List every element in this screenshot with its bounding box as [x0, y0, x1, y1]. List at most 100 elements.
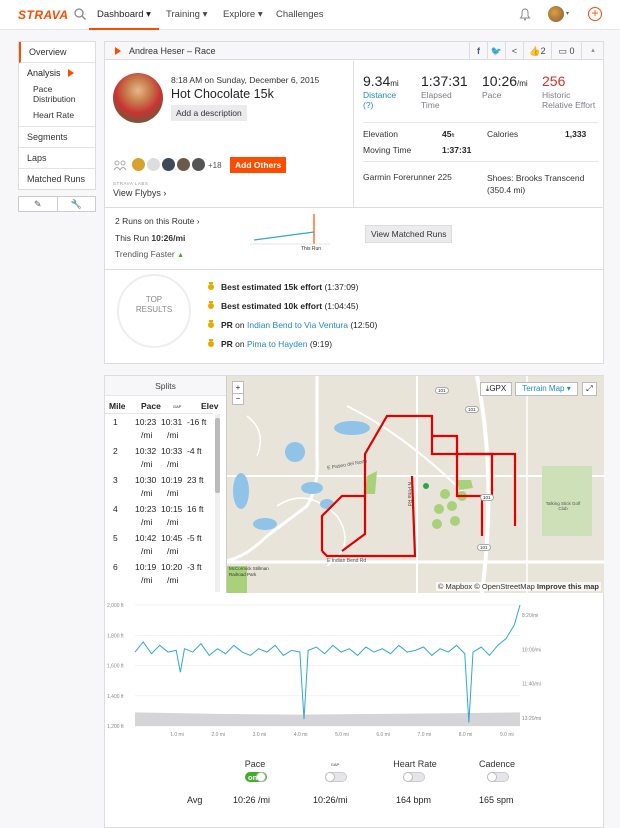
- sidebar-item-matched-runs[interactable]: Matched Runs: [19, 169, 95, 189]
- twitter-share-icon[interactable]: 🐦: [487, 42, 505, 60]
- osm-attribution[interactable]: © OpenStreetMap: [474, 582, 535, 591]
- sidebar-item-segments[interactable]: Segments: [19, 127, 95, 148]
- improve-map-link[interactable]: Improve this map: [537, 582, 599, 591]
- split-pace: 10:30: [135, 475, 157, 485]
- splits-title: Splits: [105, 376, 226, 396]
- chart-card: 2,000 ft 1,800 ft 1,600 ft 1,400 ft 1,200 ft…: [104, 593, 604, 828]
- y-tick-label: 1,400 ft: [107, 694, 124, 700]
- splits-divider: [105, 413, 213, 414]
- elevation-unit: ft: [451, 133, 455, 139]
- toggle-label-heart-rate: Heart Rate: [393, 759, 437, 769]
- runs-on-route-link[interactable]: 2 Runs on this Route ›: [115, 216, 200, 226]
- view-matched-runs-button[interactable]: View Matched Runs: [365, 225, 453, 243]
- pace-toggle[interactable]: on: [245, 772, 267, 782]
- elevation-label: Elevation: [363, 129, 398, 139]
- x-tick-label: 6.0 mi: [376, 732, 390, 738]
- pace-elevation-chart[interactable]: 2,000 ft 1,800 ft 1,600 ft 1,400 ft 1,200 ft…: [105, 593, 605, 743]
- edit-icon[interactable]: ✎: [19, 197, 58, 211]
- elapsed-time-value: 1:37:31: [421, 73, 468, 89]
- nav-explore[interactable]: Explore ▾: [223, 9, 263, 20]
- sidebar-item-analysis[interactable]: Analysis: [19, 68, 95, 78]
- nav-dashboard[interactable]: Dashboard ▾: [97, 9, 151, 20]
- splits-scrollbar[interactable]: [215, 414, 220, 592]
- zoom-in-button[interactable]: +: [233, 382, 243, 394]
- sidebar-item-overview[interactable]: Overview: [19, 42, 95, 63]
- group-icon: [113, 160, 127, 171]
- search-icon[interactable]: [73, 7, 87, 21]
- add-others-button[interactable]: Add Others: [230, 157, 287, 173]
- sidebar: Overview Analysis Pace Distribution Hear…: [18, 41, 96, 212]
- device-name: Garmin Forerunner 225: [363, 172, 452, 182]
- kudoer-avatar[interactable]: [192, 158, 205, 171]
- add-description-button[interactable]: Add a description: [171, 105, 247, 121]
- splits-header-pace: Pace: [141, 401, 161, 411]
- toggle-knob: [403, 772, 413, 782]
- segment-link[interactable]: Pima to Hayden: [247, 339, 307, 349]
- nav-challenges[interactable]: Challenges: [276, 9, 324, 20]
- collapse-icon[interactable]: ▴: [581, 42, 604, 60]
- badge-line-2: RESULTS: [135, 305, 173, 314]
- split-gap-unit: /mi: [167, 575, 179, 585]
- park-label: McCormick Stillman Railroad Park: [229, 566, 269, 577]
- y-tick-label: 2,000 ft: [107, 603, 124, 609]
- terrain-map-select[interactable]: Terrain Map ▾: [515, 382, 578, 396]
- split-gap-unit: /mi: [167, 517, 179, 527]
- cadence-toggle[interactable]: [487, 772, 509, 782]
- split-pace-unit: /mi: [141, 575, 153, 585]
- shoes-info[interactable]: Shoes: Brooks Transcend (350.4 mi): [487, 172, 602, 196]
- kudoer-avatar[interactable]: [162, 158, 175, 171]
- kudos-count: 2: [540, 46, 546, 56]
- map-tiles: [227, 376, 604, 593]
- split-elev: 16 ft: [187, 504, 204, 514]
- kudoer-avatar[interactable]: [177, 158, 190, 171]
- top-result-item: Best estimated 10k effort (1:04:45): [221, 301, 358, 311]
- gpx-download-button[interactable]: ⤓GPX: [480, 382, 512, 396]
- sidebar-item-heart-rate[interactable]: Heart Rate: [19, 108, 95, 122]
- user-avatar[interactable]: [548, 6, 564, 22]
- split-pace: 10:19: [135, 562, 157, 572]
- x-tick-label: 1.0 mi: [170, 732, 184, 738]
- golf-label: Talking Stick Golf Club: [545, 501, 581, 511]
- comment-button[interactable]: ▭ 0: [551, 42, 581, 60]
- strava-labs-label: STRAVA LABS: [113, 181, 149, 186]
- moving-time-label: Moving Time: [363, 145, 412, 155]
- heart-rate-toggle[interactable]: [403, 772, 425, 782]
- chevron-down-icon[interactable]: ▾: [566, 10, 569, 17]
- bell-icon[interactable]: [519, 8, 531, 21]
- split-pace-unit: /mi: [141, 546, 153, 556]
- share-icon[interactable]: <: [505, 42, 523, 60]
- athlete-avatar[interactable]: [113, 73, 163, 123]
- pace-stat: 10:26/mi: [482, 73, 528, 89]
- wrench-icon[interactable]: 🔧: [58, 197, 96, 211]
- fullscreen-icon[interactable]: ⤢: [582, 382, 597, 396]
- view-flybys-link[interactable]: View Flybys ›: [113, 188, 166, 198]
- gap-toggle[interactable]: [325, 772, 347, 782]
- thumbs-up-icon: 👍: [529, 46, 541, 56]
- sidebar-item-pace-distribution[interactable]: Pace Distribution: [19, 82, 95, 106]
- medal-icon: [208, 282, 214, 290]
- facebook-share-icon[interactable]: f: [469, 42, 487, 60]
- strava-logo[interactable]: STRAVA: [18, 8, 69, 22]
- y-right-tick-label: 11:40/mi: [522, 682, 541, 688]
- kudoer-avatar[interactable]: [147, 158, 160, 171]
- splits-header-elev: Elev: [201, 401, 219, 411]
- sidebar-item-laps[interactable]: Laps: [19, 148, 95, 169]
- kudoer-avatar[interactable]: [132, 158, 145, 171]
- distance-label[interactable]: Distance (?): [363, 90, 396, 110]
- kudos-button[interactable]: 👍2: [523, 42, 551, 60]
- moving-time-value: 1:37:31: [442, 145, 472, 155]
- upload-plus-icon[interactable]: +: [588, 7, 602, 21]
- splits-scrollbar-thumb[interactable]: [215, 418, 220, 493]
- map-view[interactable]: E Paseo del Norte N Pima Rd E Indian Ben…: [227, 376, 604, 593]
- mapbox-attribution[interactable]: © Mapbox: [438, 582, 472, 591]
- y-tick-label: 1,800 ft: [107, 633, 124, 639]
- nav-training[interactable]: Training ▾: [166, 9, 207, 20]
- activity-summary-card: Andrea Heser – Race f 🐦 < 👍2 ▭ 0 ▴ 8:18 …: [104, 41, 604, 364]
- top-result-item: Best estimated 15k effort (1:37:09): [221, 282, 358, 292]
- elevation-area: [135, 712, 520, 726]
- top-result-item: PR on Pima to Hayden (9:19): [221, 339, 332, 349]
- zoom-out-button[interactable]: −: [233, 394, 243, 405]
- segment-link[interactable]: Indian Bend to Via Ventura: [247, 320, 348, 330]
- x-tick-label: 3.0 mi: [253, 732, 267, 738]
- more-kudoers-count[interactable]: +18: [208, 161, 222, 170]
